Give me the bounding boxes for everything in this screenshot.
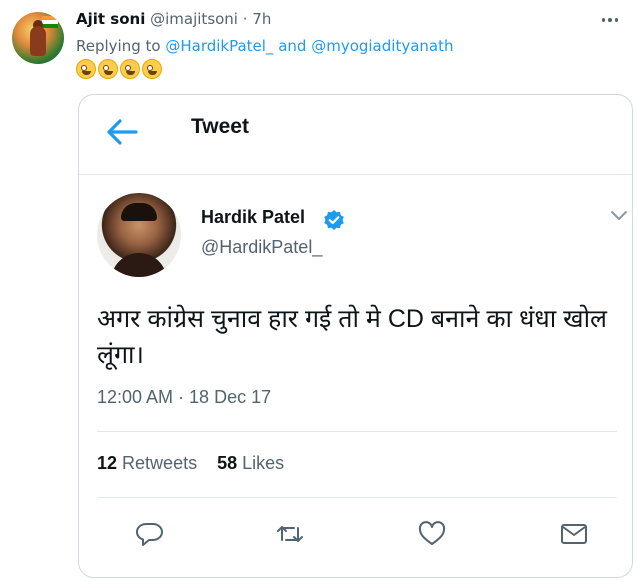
user-avatar[interactable] <box>12 12 64 64</box>
back-arrow-icon <box>107 119 138 145</box>
likes-count: 58 <box>217 453 238 473</box>
tweet-time[interactable]: 7h <box>252 10 271 28</box>
zany-face-emoji <box>98 59 118 79</box>
screenshot-topbar: Tweet <box>79 95 632 175</box>
replying-to-line: Replying to @HardikPatel_ and @myogiadit… <box>76 37 453 55</box>
zany-face-emoji <box>120 59 140 79</box>
avatar-figure-body <box>30 26 46 56</box>
reply-icon <box>136 522 163 546</box>
mention-joiner[interactable]: and <box>273 37 311 55</box>
more-options-icon[interactable] <box>596 10 624 30</box>
author-handle[interactable]: @imajitsoni <box>150 10 238 28</box>
screenshot-timestamp: 12:00 AM · 18 Dec 17 <box>97 387 272 407</box>
screenshot-stats: 12 Retweets 58 Likes <box>97 453 284 474</box>
screenshot-author-handle: @HardikPatel_ <box>201 237 323 257</box>
attached-image[interactable]: Tweet Hardik Patel @HardikPatel_ अगर कां… <box>78 94 633 578</box>
verified-badge-icon <box>324 210 344 230</box>
avatar-flag <box>42 16 58 28</box>
retweets-count: 12 <box>97 453 118 473</box>
tweet-emojis <box>76 59 162 79</box>
zany-face-emoji <box>76 59 96 79</box>
retweet-icon <box>277 526 303 542</box>
divider <box>97 497 617 498</box>
screenshot-tweet-text: अगर कांग्रेस चुनाव हार गई तो मे CD बनाने… <box>97 305 607 369</box>
replying-to-label: Replying to <box>76 37 166 55</box>
share-icon <box>561 524 587 544</box>
divider <box>97 431 617 432</box>
screenshot-author-name: Hardik Patel <box>201 207 306 227</box>
likes-label: Likes <box>242 453 285 473</box>
screenshot-title: Tweet <box>191 115 249 138</box>
tweet-header: Ajit soni @imajitsoni · 7h <box>76 10 271 28</box>
mention-yogi[interactable]: @myogiadityanath <box>311 37 453 55</box>
retweets-label: Retweets <box>122 453 198 473</box>
chevron-down-icon <box>611 211 627 220</box>
mention-hardik[interactable]: @HardikPatel_ <box>165 37 273 55</box>
author-name[interactable]: Ajit soni <box>76 10 145 28</box>
like-icon <box>418 521 446 545</box>
hardik-avatar <box>97 193 181 277</box>
zany-face-emoji <box>142 59 162 79</box>
meta-separator: · <box>237 10 253 28</box>
